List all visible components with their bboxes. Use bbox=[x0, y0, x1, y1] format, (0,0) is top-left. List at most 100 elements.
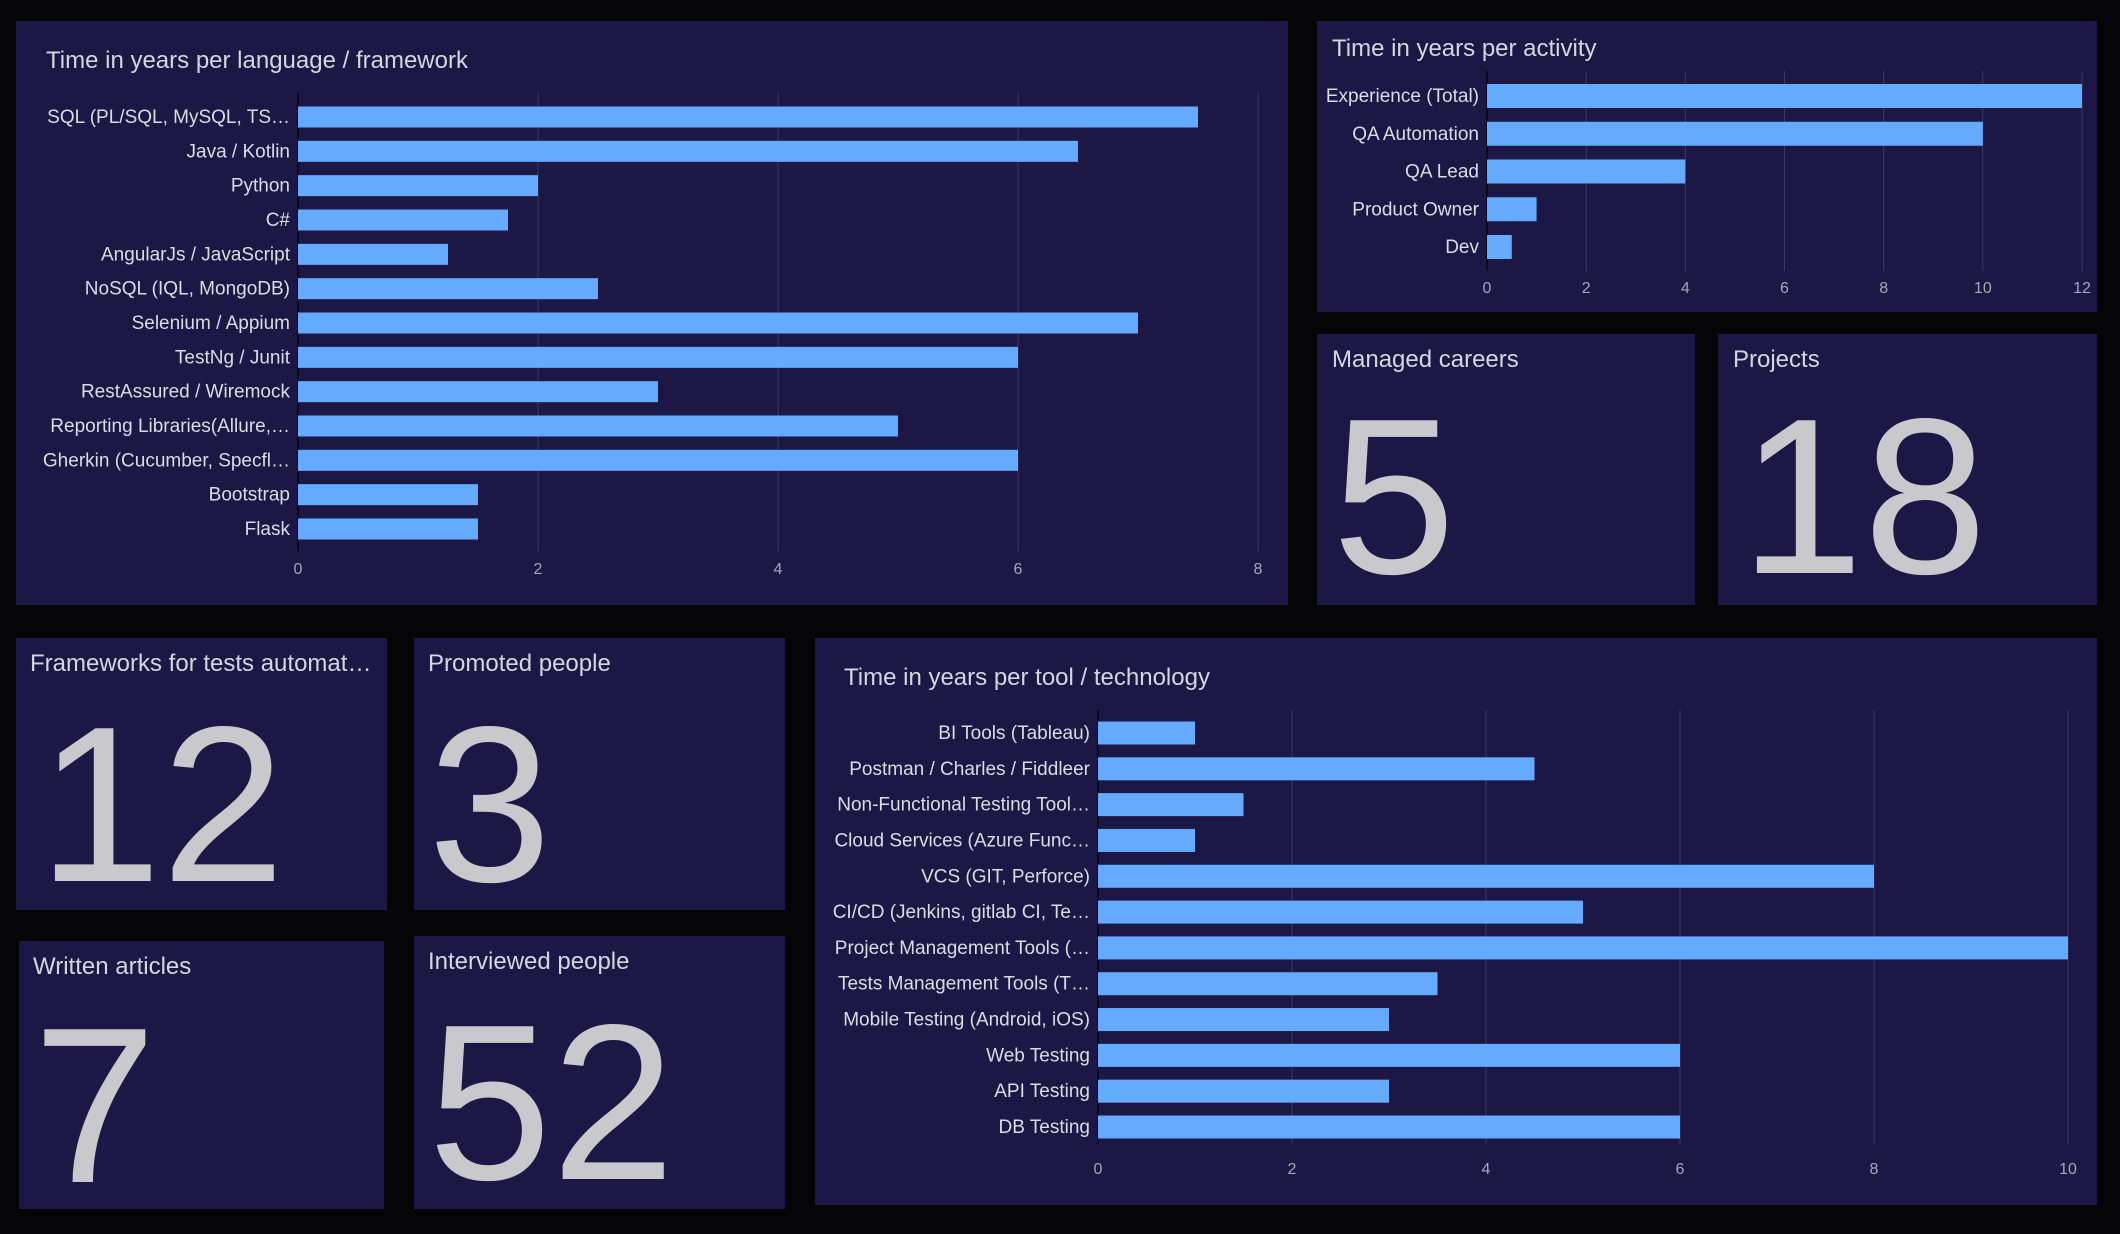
kpi-title: Projects bbox=[1733, 346, 1820, 373]
bar bbox=[298, 175, 538, 197]
kpi-title: Written articles bbox=[33, 953, 192, 980]
tick-label: 2 bbox=[1288, 1161, 1297, 1178]
tick-label: 8 bbox=[1254, 561, 1263, 578]
kpi-title: Interviewed people bbox=[428, 948, 630, 975]
bar bbox=[298, 449, 1018, 471]
tick-label: 4 bbox=[1482, 1161, 1491, 1178]
kpi-title: Promoted people bbox=[428, 650, 611, 677]
category-label: Product Owner bbox=[1352, 199, 1479, 220]
category-label: Bootstrap bbox=[209, 485, 290, 506]
kpi-value: 7 bbox=[33, 982, 157, 1209]
category-label: QA Lead bbox=[1405, 162, 1479, 183]
tick-label: 6 bbox=[1014, 561, 1023, 578]
bar bbox=[298, 209, 508, 231]
category-label: CI/CD (Jenkins, gitlab CI, Te… bbox=[833, 902, 1090, 923]
bar bbox=[1098, 1115, 1680, 1139]
tools-bar-chart: BI Tools (Tableau) Postman / Charles / Fi… bbox=[833, 710, 2077, 1178]
bar bbox=[1487, 235, 1512, 259]
tick-label: 8 bbox=[1870, 1161, 1879, 1178]
kpi-interviewed-people: Interviewed people 52 bbox=[414, 936, 785, 1209]
bar bbox=[1098, 936, 2068, 960]
bar bbox=[1098, 864, 1874, 888]
category-label: BI Tools (Tableau) bbox=[938, 723, 1090, 744]
tick-label: 8 bbox=[1879, 280, 1888, 297]
tick-label: 10 bbox=[1974, 280, 1992, 297]
category-label: Java / Kotlin bbox=[187, 141, 291, 162]
category-label: VCS (GIT, Perforce) bbox=[921, 866, 1090, 887]
kpi-value: 52 bbox=[428, 979, 675, 1209]
bar bbox=[298, 415, 898, 437]
bar bbox=[1098, 1079, 1389, 1103]
kpi-title: Managed careers bbox=[1332, 346, 1519, 373]
bar bbox=[1487, 159, 1686, 184]
bar bbox=[1098, 828, 1195, 852]
category-label: Mobile Testing (Android, iOS) bbox=[843, 1010, 1090, 1031]
bar bbox=[298, 278, 598, 300]
bar bbox=[298, 518, 478, 540]
category-label: Python bbox=[231, 176, 290, 197]
category-label: C# bbox=[266, 210, 291, 231]
tick-label: 12 bbox=[2073, 280, 2091, 297]
tick-label: 0 bbox=[294, 561, 303, 578]
category-label: API Testing bbox=[994, 1081, 1090, 1102]
chart-panel-activity: Time in years per activity Experience (T… bbox=[1317, 21, 2097, 312]
category-label: NoSQL (IQL, MongoDB) bbox=[85, 279, 290, 300]
kpi-value: 3 bbox=[428, 681, 552, 910]
category-label: Non-Functional Testing Tool… bbox=[837, 795, 1090, 816]
bar bbox=[1098, 900, 1583, 924]
bar bbox=[1098, 1043, 1680, 1067]
tick-label: 10 bbox=[2059, 1161, 2077, 1178]
kpi-value: 18 bbox=[1740, 373, 1987, 605]
bar bbox=[298, 346, 1018, 368]
category-label: Selenium / Appium bbox=[132, 313, 290, 334]
bar bbox=[298, 140, 1078, 162]
tick-label: 6 bbox=[1780, 280, 1789, 297]
bar bbox=[298, 381, 658, 403]
bar bbox=[1487, 121, 1983, 146]
category-label: Reporting Libraries(Allure,… bbox=[50, 416, 290, 437]
languages-bar-chart: SQL (PL/SQL, MySQL, TS… Java / Kotlin Pyth… bbox=[43, 93, 1263, 578]
tick-label: 6 bbox=[1676, 1161, 1685, 1178]
bar bbox=[298, 106, 1198, 128]
category-label: Flask bbox=[245, 519, 291, 540]
activity-bar-chart: Experience (Total) QA Automation QA Lead Pr… bbox=[1326, 71, 2091, 297]
category-label: Dev bbox=[1445, 237, 1479, 258]
kpi-managed-careers: Managed careers 5 bbox=[1317, 334, 1695, 605]
category-label: Tests Management Tools (T… bbox=[838, 974, 1090, 995]
category-label: Cloud Services (Azure Func… bbox=[834, 830, 1090, 851]
tick-label: 2 bbox=[1582, 280, 1591, 297]
bar bbox=[1487, 197, 1537, 222]
kpi-promoted-people: Promoted people 3 bbox=[414, 638, 785, 910]
category-label: Postman / Charles / Fiddleer bbox=[849, 759, 1090, 780]
kpi-title: Frameworks for tests automation bbox=[30, 650, 375, 677]
tick-label: 0 bbox=[1483, 280, 1492, 297]
bar bbox=[1098, 1008, 1389, 1032]
category-label: Experience (Total) bbox=[1326, 86, 1479, 107]
bar bbox=[1098, 972, 1438, 996]
category-label: AngularJs / JavaScript bbox=[101, 244, 291, 265]
bar bbox=[298, 484, 478, 506]
tick-label: 0 bbox=[1094, 1161, 1103, 1178]
bar bbox=[1098, 721, 1195, 745]
kpi-projects: Projects 18 bbox=[1718, 334, 2097, 605]
bar bbox=[298, 312, 1138, 334]
chart-panel-languages: Time in years per language / framework S… bbox=[16, 21, 1288, 605]
bar bbox=[1098, 793, 1244, 817]
tick-label: 2 bbox=[534, 561, 543, 578]
kpi-value: 5 bbox=[1332, 373, 1456, 605]
category-label: RestAssured / Wiremock bbox=[81, 382, 291, 403]
kpi-written-articles: Written articles 7 bbox=[19, 941, 384, 1209]
tick-label: 4 bbox=[774, 561, 783, 578]
category-label: TestNg / Junit bbox=[175, 347, 291, 368]
bar bbox=[298, 243, 448, 265]
category-label: QA Automation bbox=[1352, 124, 1479, 145]
category-label: DB Testing bbox=[998, 1117, 1090, 1138]
category-label: Web Testing bbox=[986, 1045, 1090, 1066]
category-label: SQL (PL/SQL, MySQL, TS… bbox=[47, 107, 290, 128]
chart-panel-tools: Time in years per tool / technology BI T… bbox=[815, 638, 2097, 1205]
bar bbox=[1487, 84, 2082, 108]
bar bbox=[1098, 757, 1535, 781]
tick-label: 4 bbox=[1681, 280, 1690, 297]
category-label: Project Management Tools (… bbox=[835, 938, 1090, 959]
kpi-frameworks: Frameworks for tests automation 12 bbox=[16, 638, 387, 910]
